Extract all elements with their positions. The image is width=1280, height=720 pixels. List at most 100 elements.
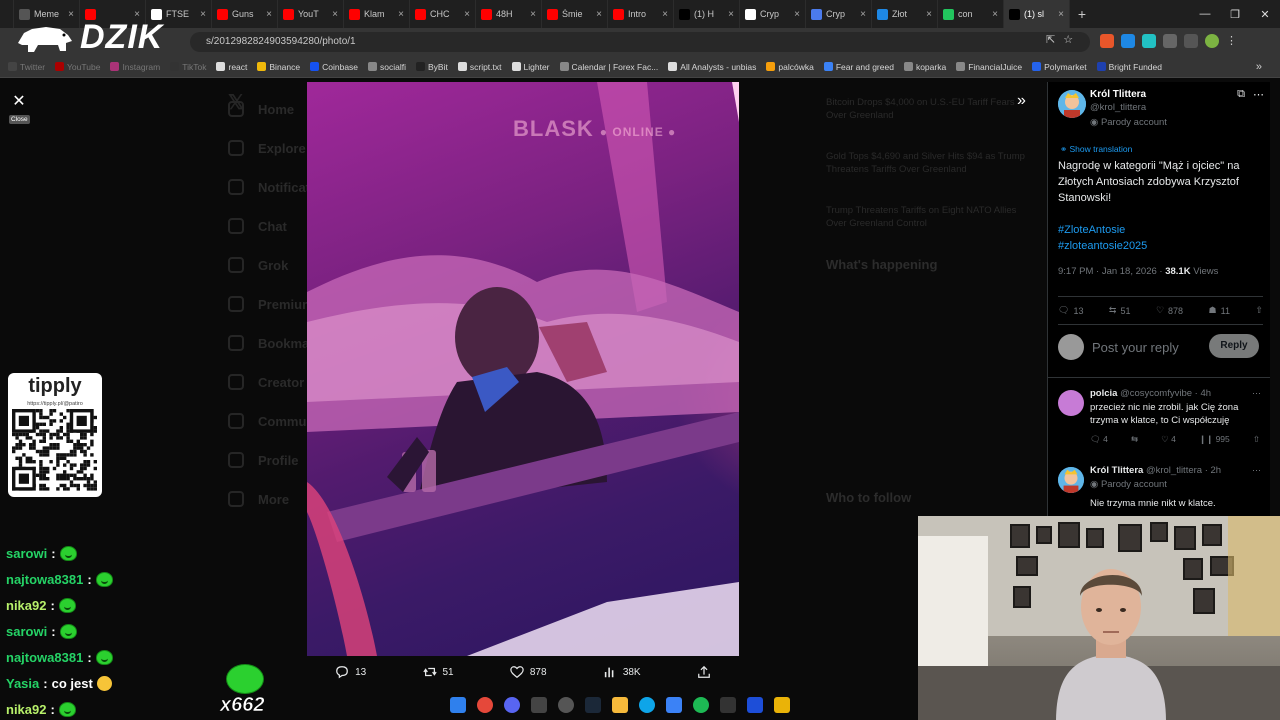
app-icon[interactable] bbox=[558, 697, 574, 713]
new-tab-icon[interactable]: + bbox=[1070, 6, 1094, 22]
avatar[interactable] bbox=[1058, 467, 1084, 493]
browser-tab[interactable]: Intro × bbox=[608, 0, 674, 28]
app-icon[interactable] bbox=[774, 697, 790, 713]
hashtag-link[interactable]: #ZloteAntosie bbox=[1058, 222, 1147, 238]
extension-icon[interactable] bbox=[1142, 34, 1156, 48]
url-field[interactable]: s/2012982824903594280/photo/1 bbox=[190, 32, 1090, 52]
like-stat[interactable]: ♡ 878 bbox=[1156, 305, 1183, 316]
profile-avatar[interactable] bbox=[1205, 34, 1219, 48]
bookmark-item[interactable]: Twitter bbox=[8, 62, 45, 72]
tweet-photo[interactable]: BLASK ● ONLINE ● bbox=[307, 82, 739, 656]
bookmark-item[interactable]: Instagram bbox=[110, 62, 160, 72]
bookmark-item[interactable]: react bbox=[216, 62, 247, 72]
bookmark-item[interactable]: ByBit bbox=[416, 62, 448, 72]
bookmark-stat[interactable]: ☗ 11 bbox=[1209, 305, 1230, 316]
browser-tab[interactable]: con × bbox=[938, 0, 1004, 28]
more-options-icon[interactable]: ⋯ bbox=[1252, 388, 1261, 399]
bookmark-item[interactable]: Calendar | Forex Fac... bbox=[559, 62, 658, 72]
author-handle[interactable]: @krol_tlittera bbox=[1090, 102, 1146, 113]
repost-stat[interactable]: ⇆ bbox=[1131, 434, 1138, 445]
extension-icon[interactable] bbox=[1121, 34, 1135, 48]
browser-tab[interactable]: Cryp × bbox=[740, 0, 806, 28]
browser-tab[interactable]: Klam × bbox=[344, 0, 410, 28]
app-icon[interactable] bbox=[639, 697, 655, 713]
more-options-icon[interactable]: ⋯ bbox=[1253, 88, 1264, 101]
tab-close-icon[interactable]: × bbox=[860, 9, 866, 20]
browser-tab[interactable]: CHC × bbox=[410, 0, 476, 28]
author-name[interactable]: Król Tlittera bbox=[1090, 89, 1146, 100]
close-icon[interactable]: ✕ bbox=[9, 92, 29, 112]
menu-dots-icon[interactable]: ⋮ bbox=[1226, 34, 1240, 48]
sidebar-icon[interactable] bbox=[1184, 34, 1198, 48]
discord-icon[interactable] bbox=[504, 697, 520, 713]
hashtag-link[interactable]: #zloteantosie2025 bbox=[1058, 238, 1147, 254]
tab-close-icon[interactable]: × bbox=[926, 9, 932, 20]
reply-stat[interactable]: 🗨 13 bbox=[1058, 305, 1083, 316]
bookmark-item[interactable]: Coinbase bbox=[310, 62, 358, 72]
bookmark-item[interactable]: Lighter bbox=[511, 62, 550, 72]
tab-close-icon[interactable]: × bbox=[200, 9, 206, 20]
avatar[interactable] bbox=[1058, 90, 1086, 118]
bookmark-item[interactable]: Polymarket bbox=[1032, 62, 1087, 72]
repost-stat[interactable]: ⇆ 51 bbox=[1109, 305, 1131, 316]
browser-tab[interactable]: YouT × bbox=[278, 0, 344, 28]
bookmark-item[interactable]: TikTok bbox=[170, 62, 206, 72]
repost-action[interactable]: 51 bbox=[422, 665, 454, 679]
bookmark-item[interactable]: script.txt bbox=[457, 62, 502, 72]
bookmark-item[interactable]: YouTube bbox=[55, 62, 100, 72]
restore-icon[interactable]: ❐ bbox=[1220, 8, 1250, 21]
app-icon[interactable] bbox=[747, 697, 763, 713]
bookmark-item[interactable]: Binance bbox=[257, 62, 300, 72]
file-explorer-icon[interactable] bbox=[612, 697, 628, 713]
browser-tab[interactable]: Śmie × bbox=[542, 0, 608, 28]
browser-tab[interactable]: (1) sl × bbox=[1004, 0, 1070, 28]
windows-start-icon[interactable] bbox=[450, 697, 466, 713]
tab-close-icon[interactable]: × bbox=[992, 9, 998, 20]
views-action[interactable]: 38K bbox=[603, 665, 641, 679]
tab-close-icon[interactable]: × bbox=[332, 9, 338, 20]
tab-close-icon[interactable]: × bbox=[596, 9, 602, 20]
avatar[interactable] bbox=[1058, 390, 1084, 416]
tab-close-icon[interactable]: × bbox=[728, 9, 734, 20]
bookmark-item[interactable]: socialfi bbox=[368, 62, 406, 72]
tab-close-icon[interactable]: × bbox=[530, 9, 536, 20]
tab-close-icon[interactable]: × bbox=[794, 9, 800, 20]
browser-tab[interactable]: Cryp × bbox=[806, 0, 872, 28]
tab-close-icon[interactable]: × bbox=[662, 9, 668, 20]
bookmark-item[interactable]: Bright Funded bbox=[1096, 62, 1162, 72]
browser-tab[interactable]: 48H × bbox=[476, 0, 542, 28]
app-icon[interactable] bbox=[531, 697, 547, 713]
bookmark-item[interactable]: palcówka bbox=[766, 62, 814, 72]
browser-tab[interactable]: (1) H × bbox=[674, 0, 740, 28]
tab-close-icon[interactable]: × bbox=[464, 9, 470, 20]
close-window-icon[interactable]: ✕ bbox=[1250, 8, 1280, 21]
tab-close-icon[interactable]: × bbox=[398, 9, 404, 20]
tab-close-icon[interactable]: × bbox=[266, 9, 272, 20]
like-action[interactable]: 878 bbox=[510, 665, 547, 679]
tab-close-icon[interactable]: × bbox=[1058, 9, 1064, 20]
chrome-icon[interactable] bbox=[477, 697, 493, 713]
more-bookmarks-icon[interactable]: » bbox=[1256, 61, 1262, 73]
reply-input[interactable]: Post your reply bbox=[1092, 340, 1179, 355]
extension-icon[interactable] bbox=[1100, 34, 1114, 48]
bookmark-star-icon[interactable]: ☆ bbox=[1063, 33, 1073, 46]
bookmark-item[interactable]: All Analysts - unbias bbox=[668, 62, 756, 72]
browser-tab[interactable]: Guns × bbox=[212, 0, 278, 28]
grok-icon[interactable]: ⧉ bbox=[1237, 88, 1245, 101]
reply-button[interactable]: Reply bbox=[1209, 334, 1259, 358]
views-stat[interactable]: ❙❙ 995 bbox=[1199, 434, 1230, 445]
bookmark-item[interactable]: FinancialJuice bbox=[956, 62, 1022, 72]
tweet-timestamp[interactable]: 9:17 PM · Jan 18, 2026 · bbox=[1058, 266, 1165, 277]
collapse-panel-icon[interactable]: » bbox=[1017, 92, 1026, 110]
bookmark-item[interactable]: koparka bbox=[903, 62, 946, 72]
share-stat[interactable]: ⇧ bbox=[1255, 305, 1263, 316]
browser-tab[interactable]: Złot × bbox=[872, 0, 938, 28]
app-icon[interactable] bbox=[666, 697, 682, 713]
steam-icon[interactable] bbox=[585, 697, 601, 713]
share-action[interactable] bbox=[697, 665, 711, 679]
extensions-puzzle-icon[interactable] bbox=[1163, 34, 1177, 48]
share-icon[interactable]: ⇧ bbox=[1253, 434, 1260, 445]
obs-icon[interactable] bbox=[720, 697, 736, 713]
reply-action[interactable]: 13 bbox=[335, 665, 366, 679]
bookmark-item[interactable]: Fear and greed bbox=[823, 62, 894, 72]
